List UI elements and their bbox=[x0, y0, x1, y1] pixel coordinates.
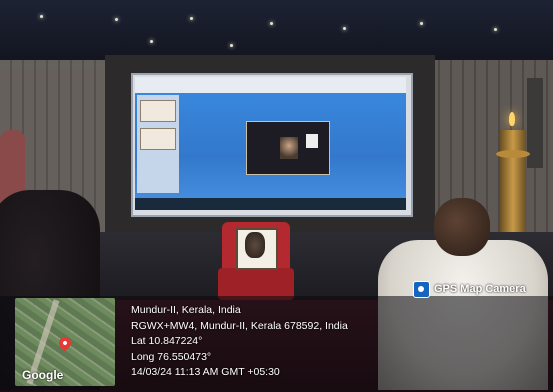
ceiling-light bbox=[270, 22, 273, 25]
portrait-figure bbox=[245, 232, 265, 258]
ceiling-light bbox=[150, 40, 153, 43]
place-name: Mundur-II, Kerala, India bbox=[131, 304, 241, 316]
presentation-ribbon bbox=[135, 77, 406, 93]
slide-portrait bbox=[280, 137, 298, 159]
slide-thumbnail bbox=[140, 100, 176, 122]
ceiling-light bbox=[494, 28, 497, 31]
longitude: Long 76.550473° bbox=[131, 350, 212, 363]
camera-icon bbox=[413, 280, 430, 298]
lamp-tier bbox=[496, 150, 530, 158]
ceiling-light bbox=[343, 27, 346, 30]
audience-member-head bbox=[434, 198, 490, 256]
location-info: Mundur-II, Kerala, India RGWX+MW4, Mundu… bbox=[131, 303, 348, 381]
slide-thumbnail bbox=[140, 128, 176, 150]
lamp-flame bbox=[509, 112, 515, 126]
ceiling-light bbox=[230, 44, 233, 47]
map-attribution: Google bbox=[22, 368, 64, 382]
watermark-text: GPS Map Camera bbox=[434, 283, 526, 295]
photo-scene: Google GPS Map Camera Mundur-II, Kerala,… bbox=[0, 0, 553, 392]
screen-taskbar bbox=[135, 198, 406, 210]
ceiling-light bbox=[40, 15, 43, 18]
address: RGWX+MW4, Mundur-II, Kerala 678592, Indi… bbox=[131, 319, 348, 332]
ceiling-light bbox=[190, 17, 193, 20]
gps-camera-badge: GPS Map Camera bbox=[413, 280, 526, 298]
timestamp: 14/03/24 11:13 AM GMT +05:30 bbox=[131, 366, 280, 378]
latitude: Lat 10.847224° bbox=[131, 335, 203, 347]
slide-image bbox=[306, 134, 318, 148]
ceiling-light bbox=[420, 22, 423, 25]
ceiling-light bbox=[115, 18, 118, 21]
